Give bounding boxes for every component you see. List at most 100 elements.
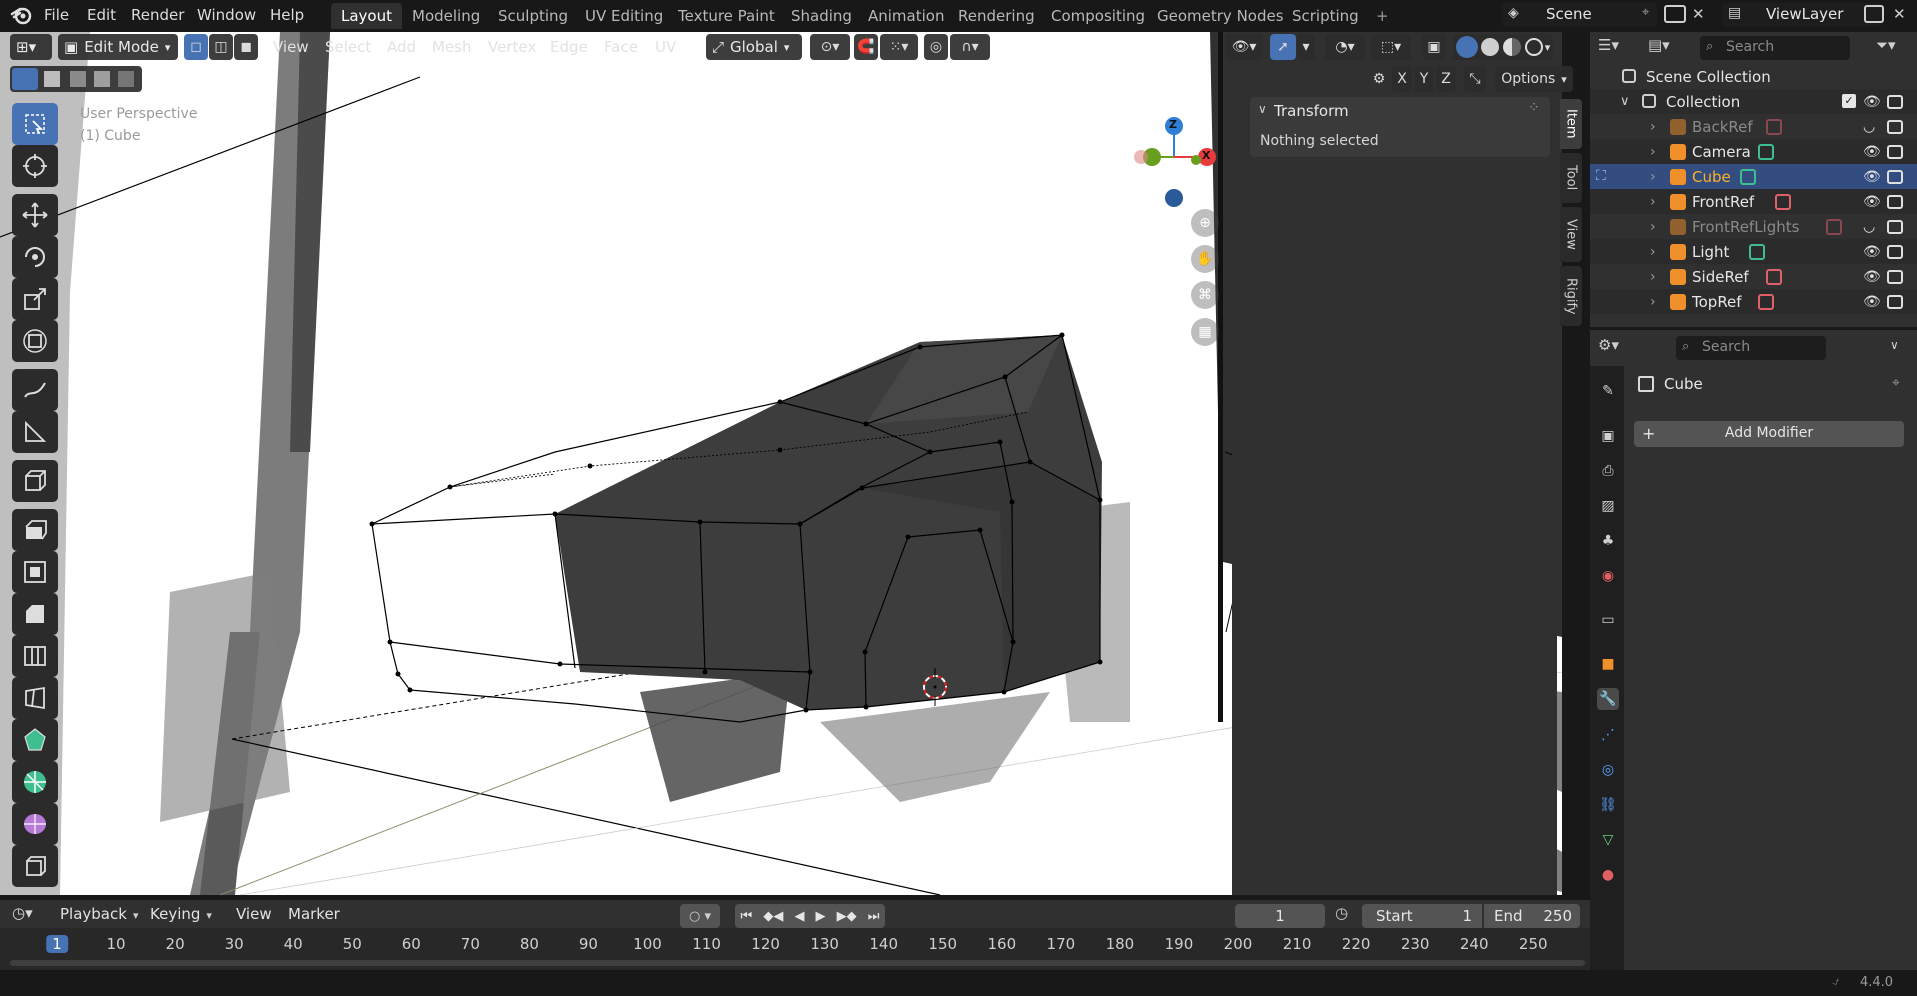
mirror-y-button[interactable]: Y — [1414, 66, 1434, 92]
particles-tab-icon[interactable]: ⋰ — [1597, 724, 1619, 746]
jump-start-icon[interactable]: ⏮ — [741, 909, 753, 924]
render-camera-icon[interactable] — [1887, 220, 1903, 234]
menu-file[interactable]: File — [37, 4, 76, 26]
outliner-scene-collection[interactable]: Scene Collection — [1590, 64, 1917, 89]
select-intersect-button[interactable] — [118, 71, 134, 87]
menu-edge[interactable]: Edge — [543, 36, 595, 58]
pin-icon[interactable]: ⌖ — [1642, 5, 1649, 20]
eye-icon[interactable]: 👁 — [1863, 169, 1881, 185]
eye-icon[interactable]: 👁 — [1863, 269, 1881, 285]
face-select-button[interactable]: ◼ — [234, 34, 258, 60]
knife-tool[interactable] — [12, 677, 58, 719]
add-modifier-button[interactable]: + Add Modifier — [1634, 421, 1904, 447]
transform-tool[interactable] — [12, 320, 58, 362]
edge-select-button[interactable]: ◫ — [209, 34, 233, 60]
eye-icon[interactable]: 👁 — [1863, 144, 1881, 160]
tab-animation[interactable]: Animation — [858, 3, 954, 29]
properties-editor-type-icon[interactable]: ⚙▾ — [1598, 336, 1640, 360]
render-tab-icon[interactable]: ▣ — [1597, 425, 1619, 447]
image-empty-data-icon[interactable] — [1774, 194, 1791, 210]
mirror-options-icon[interactable]: ⚙ — [1368, 66, 1390, 92]
viewlayer-selector[interactable]: ▤ ViewLayer — [1722, 3, 1882, 27]
properties-search-input[interactable]: ⌕ Search — [1676, 336, 1826, 360]
inset-faces-tool[interactable] — [12, 551, 58, 593]
current-frame-marker[interactable]: 1 — [46, 935, 68, 953]
tab-compositing[interactable]: Compositing — [1041, 3, 1155, 29]
eye-icon[interactable]: 👁 — [1863, 194, 1881, 210]
object-tab-icon[interactable]: ■ — [1597, 653, 1619, 675]
eye-icon[interactable]: 👁 — [1863, 294, 1881, 310]
vertex-select-button[interactable]: ◻ — [184, 34, 208, 60]
chevron-right-icon[interactable]: › — [1650, 169, 1656, 185]
tab-scripting[interactable]: Scripting — [1282, 3, 1369, 29]
outliner-item-camera[interactable]: › Camera 👁 — [1590, 139, 1917, 164]
outliner-editor-type-icon[interactable]: ☰▾ — [1598, 36, 1640, 60]
tab-shading[interactable]: Shading — [781, 3, 862, 29]
render-camera-icon[interactable] — [1887, 120, 1903, 134]
menu-render[interactable]: Render — [124, 4, 191, 26]
transform-panel-header[interactable]: ∨ Transform ⁘ — [1250, 97, 1550, 127]
image-empty-data-icon[interactable] — [1757, 294, 1774, 310]
tab-sculpting[interactable]: Sculpting — [488, 3, 578, 29]
outliner-search-input[interactable]: ⌕ Search — [1700, 36, 1850, 60]
checkbox-icon[interactable]: ✓ — [1842, 94, 1856, 108]
pivot-point-button[interactable]: ⊙▾ — [810, 34, 850, 60]
outliner-collection[interactable]: ∨ Collection ✓ 👁 — [1590, 89, 1917, 114]
timeline-menu-keying[interactable]: Keying ▾ — [150, 905, 212, 923]
outliner-item-frontreflights[interactable]: › FrontRefLights ◡ — [1590, 214, 1917, 239]
snap-toggle-button[interactable]: 🧲 — [854, 34, 878, 60]
render-camera-icon[interactable] — [1887, 245, 1903, 259]
extrude-region-tool[interactable] — [12, 509, 58, 551]
edge-slide-tool[interactable] — [12, 845, 58, 887]
display-mode-icon[interactable]: ▤▾ — [1648, 36, 1690, 60]
smooth-tool[interactable] — [12, 803, 58, 845]
next-keyframe-icon[interactable]: ▶◆ — [837, 909, 857, 924]
mesh-data-icon[interactable] — [1740, 169, 1757, 185]
chevron-right-icon[interactable]: › — [1650, 269, 1656, 285]
chevron-right-icon[interactable]: › — [1650, 219, 1656, 235]
render-camera-icon[interactable] — [1887, 270, 1903, 284]
menu-help[interactable]: Help — [263, 4, 311, 26]
image-empty-data-icon[interactable] — [1826, 219, 1843, 235]
outliner-item-frontref[interactable]: › FrontRef 👁 — [1590, 189, 1917, 214]
constraints-tab-icon[interactable]: ⛓ — [1597, 794, 1619, 816]
outliner-item-light[interactable]: › Light 👁 — [1590, 239, 1917, 264]
scene-tab-icon[interactable]: ♣ — [1597, 530, 1619, 552]
mirror-z-button[interactable]: Z — [1436, 66, 1456, 92]
timeline-scrollbar[interactable] — [10, 960, 1585, 966]
menu-uv[interactable]: UV — [648, 36, 683, 58]
menu-select[interactable]: Select — [318, 36, 378, 58]
perspective-grid-icon[interactable]: ▦ — [1191, 318, 1219, 346]
timeline-editor-type-icon[interactable]: ◷▾ — [12, 904, 54, 928]
overlays-button[interactable]: ◔▾ — [1325, 34, 1365, 60]
outliner-item-backref[interactable]: › BackRef ◡ — [1590, 114, 1917, 139]
filter-icon[interactable]: ⏷▾ — [1876, 36, 1896, 54]
measure-tool[interactable] — [12, 411, 58, 453]
gizmo-dropdown[interactable]: ▾ — [1297, 34, 1315, 60]
pin-icon[interactable]: ⌖ — [1892, 375, 1900, 391]
chevron-down-icon[interactable]: ▾ — [1545, 41, 1551, 54]
outliner-item-topref[interactable]: › TopRef 👁 — [1590, 289, 1917, 314]
prev-keyframe-icon[interactable]: ◆◀ — [763, 909, 783, 924]
light-data-icon[interactable] — [1749, 244, 1765, 260]
eye-icon[interactable]: 👁 — [1863, 94, 1881, 110]
tab-modeling[interactable]: Modeling — [402, 3, 490, 29]
shading-mode-buttons[interactable]: ▾ — [1453, 34, 1553, 60]
eye-closed-icon[interactable]: ◡ — [1863, 119, 1875, 135]
start-frame-field[interactable]: Start 1 — [1362, 904, 1482, 928]
options-dropdown[interactable]: Options ▾ — [1495, 66, 1573, 92]
add-cube-tool[interactable] — [12, 460, 58, 502]
data-tab-icon[interactable]: ▽ — [1597, 829, 1619, 851]
new-scene-icon[interactable] — [1664, 5, 1686, 23]
delete-viewlayer-icon[interactable]: ✕ — [1893, 5, 1906, 23]
menu-add[interactable]: Add — [380, 36, 423, 58]
play-reverse-icon[interactable]: ◀ — [794, 909, 804, 924]
timeline-menu-playback[interactable]: Playback ▾ — [60, 905, 138, 923]
view-layer-tab-icon[interactable]: ▨ — [1597, 495, 1619, 517]
chevron-down-icon[interactable]: ∨ — [1620, 94, 1630, 109]
poly-build-tool[interactable] — [12, 719, 58, 761]
render-camera-icon[interactable] — [1887, 145, 1903, 159]
auto-merge-icon[interactable]: ⤡ — [1464, 66, 1486, 92]
modifier-tab-icon[interactable]: 🔧 — [1597, 688, 1619, 710]
tab-geometry-nodes[interactable]: Geometry Nodes — [1147, 3, 1294, 29]
